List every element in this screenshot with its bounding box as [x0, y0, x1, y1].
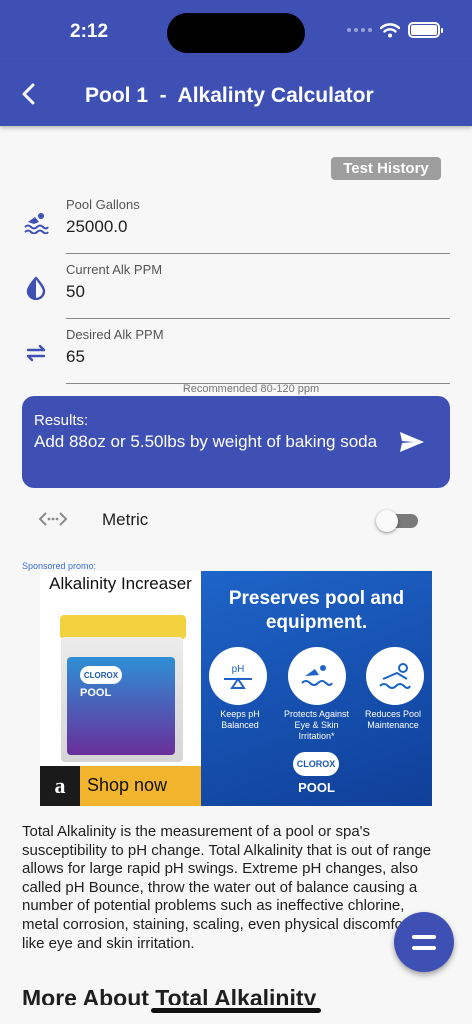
- dynamic-island: [167, 13, 305, 53]
- ad-captions: Keeps pH Balanced Protects Against Eye &…: [205, 709, 428, 742]
- ad-caption: Keeps pH Balanced: [220, 709, 260, 730]
- reduce-maintenance-icon: [366, 647, 424, 705]
- ad-benefit-icons: pH: [209, 647, 424, 705]
- signal-icon: [347, 28, 372, 32]
- results-label: Results:: [34, 412, 89, 429]
- chevron-left-icon: [22, 83, 35, 105]
- desired-alk-field[interactable]: Desired Alk PPM 65: [22, 327, 450, 384]
- ad-pool-text: POOL: [298, 780, 335, 795]
- ad-product-title: Alkalinity Increaser: [49, 574, 192, 593]
- metric-toggle[interactable]: [376, 510, 418, 532]
- home-indicator: [151, 1008, 321, 1013]
- toggle-thumb: [376, 510, 398, 532]
- sponsored-ad[interactable]: Alkalinity Increaser CLOROX POOL a Shop …: [40, 571, 432, 806]
- ad-caption: Reduces Pool Maintenance: [364, 709, 422, 730]
- code-arrows-icon: [38, 512, 68, 526]
- ad-product-panel: Alkalinity Increaser CLOROX POOL a Shop …: [40, 571, 201, 806]
- menu-icon: [412, 945, 436, 950]
- ph-balance-icon: pH: [209, 647, 267, 705]
- status-icons: [347, 22, 443, 38]
- amazon-logo-icon: a: [40, 766, 80, 806]
- bucket-brand-logo: CLOROX: [80, 666, 122, 684]
- field-label: Desired Alk PPM: [66, 327, 164, 342]
- ad-caption: Protects Against Eye & Skin Irritation*: [283, 709, 350, 741]
- menu-icon: [412, 934, 436, 939]
- wifi-icon: [380, 22, 400, 37]
- swimmer-icon: [22, 209, 50, 237]
- ad-headline: Preserves pool and equipment.: [228, 588, 405, 633]
- shop-now-button[interactable]: a Shop now: [40, 766, 201, 806]
- menu-fab-button[interactable]: [394, 912, 454, 972]
- metric-label: Metric: [102, 510, 149, 529]
- field-underline: [66, 253, 450, 254]
- swimmer-protect-icon: [287, 647, 346, 705]
- clorox-logo: CLOROX: [293, 752, 339, 776]
- battery-icon: [408, 22, 443, 38]
- water-drop-icon: [22, 274, 50, 302]
- app-bar: Pool 1 - Alkalinty Calculator: [0, 62, 472, 126]
- results-card: Results: Add 88oz or 5.50lbs by weight o…: [22, 396, 450, 488]
- metric-row: Metric: [22, 500, 450, 538]
- pool-gallons-field[interactable]: Pool Gallons 25000.0: [22, 197, 450, 254]
- section-heading: More About Total Alkalinity: [22, 985, 317, 1005]
- back-button[interactable]: [10, 76, 46, 112]
- results-text: Add 88oz or 5.50lbs by weight of baking …: [34, 432, 378, 451]
- bucket-pool-text: POOL: [80, 687, 112, 699]
- desired-alk-input[interactable]: 65: [66, 347, 85, 367]
- page-title: Pool 1 - Alkalinty Calculator: [85, 84, 374, 107]
- field-label: Pool Gallons: [66, 197, 140, 212]
- field-label: Current Alk PPM: [66, 262, 163, 277]
- current-alk-field[interactable]: Current Alk PPM 50: [22, 262, 450, 319]
- send-icon[interactable]: [398, 430, 426, 454]
- alkalinity-description: Total Alkalinity is the measurement of a…: [22, 823, 432, 952]
- status-time: 2:12: [70, 21, 109, 42]
- swap-arrows-icon: [22, 339, 50, 367]
- field-underline: [66, 318, 450, 319]
- recommended-hint: Recommended 80-120 ppm: [182, 383, 320, 395]
- test-history-button[interactable]: Test History: [331, 157, 441, 180]
- status-bar: 2:12: [0, 0, 472, 62]
- current-alk-input[interactable]: 50: [66, 282, 85, 302]
- sponsor-label: Sponsored promo:: [22, 561, 97, 571]
- bucket-lid: [60, 615, 186, 639]
- ad-benefits-panel: Preserves pool and equipment. pH Keeps p…: [201, 571, 432, 806]
- shop-now-label: Shop now: [87, 775, 168, 795]
- svg-text:pH: pH: [232, 664, 245, 675]
- pool-gallons-input[interactable]: 25000.0: [66, 217, 127, 237]
